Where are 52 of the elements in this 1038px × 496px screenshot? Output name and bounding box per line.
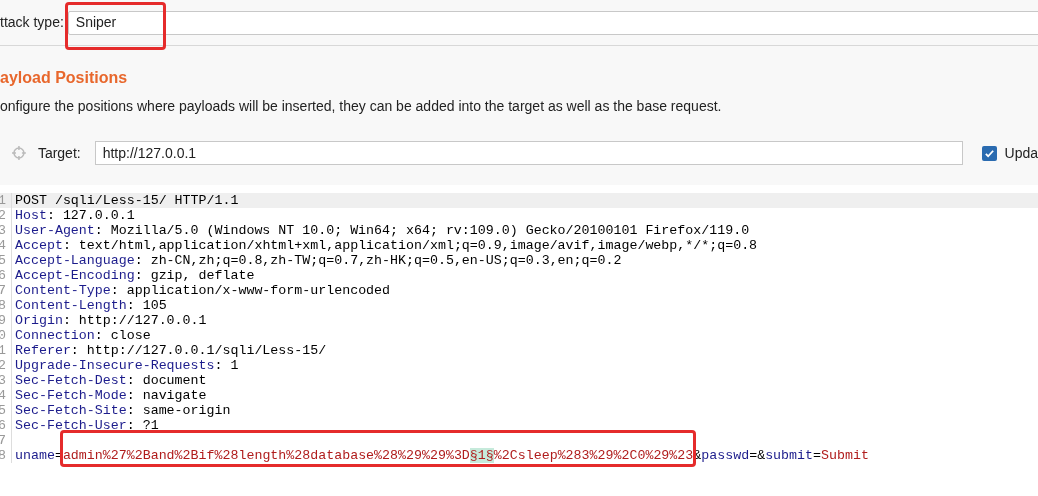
header-name: Referer [15,343,71,358]
code-text: : 127.0.0.1 [46,208,135,223]
code-text: : text/html,application/xhtml+xml,application/xml;q=0.9,image/avif,image/webp,*/*;q=0.8 [62,238,758,253]
header-name: Sec-Fetch-Site [15,403,127,418]
checkbox-label: Upda [1004,143,1038,163]
code-text: : zh-CN,zh;q=0.8,zh-TW;q=0.7,zh-HK;q=0.5,en-US;q=0.3,en;q=0.2 [134,253,622,268]
field-label: ttack type: [0,13,64,32]
param-value: %2Csleep%283%29%2C0%29%23 [493,448,694,463]
code-text: : ?1 [126,418,159,433]
header-name: Upgrade-Insecure-Requests [15,358,215,373]
header-name: User-Agent [15,223,95,238]
update-checkbox[interactable] [981,145,997,161]
header-name: Sec-Fetch-Dest [15,373,127,388]
code-text: : http://127.0.0.1/sqli/Less-15/ [70,343,327,358]
code-text: = [813,448,821,463]
attack-type-field[interactable]: Sniper [67,10,1038,35]
code-text: : Mozilla/5.0 (Windows NT 10.0; Win64; x64; rv:109.0) Gecko/20100101 Firefox/119.0 [94,223,750,238]
code-text: : document [126,373,207,388]
header-name: Accept [15,238,63,253]
header-name: Origin [15,313,63,328]
header-name: Accept-Language [15,253,135,268]
code-text: : application/x-www-form-urlencoded [110,283,391,298]
header-name: Content-Type [15,283,111,298]
crosshair-icon [12,146,26,160]
code-text: POST /sqli/Less-15/ HTTP/1.1 [15,193,239,208]
code-text: : close [94,328,151,343]
header-name: Accept-Encoding [15,268,135,283]
param-name: uname [15,448,55,463]
header-name: Sec-Fetch-User [15,418,127,433]
section-description: onfigure the positions where payloads will be inserted, they can be added into the target as well as the base request. [0,97,723,115]
target-field[interactable]: http://127.0.0.1 [94,141,963,165]
code-text: =& [749,448,766,463]
line-number: 7 [0,283,12,298]
section-title: ayload Positions [0,68,129,88]
param-value: Submit [821,448,869,463]
code-text: : 105 [126,298,167,313]
code-text: : gzip, deflate [134,268,255,283]
code-text: : http://127.0.0.1 [62,313,207,328]
code-text: : 1 [214,358,239,373]
header-name: Connection [15,328,95,343]
param-value: admin%27%2Band%2Bif%28length%28database%28%29%29%3D [62,448,470,463]
header-name: Content-Length [15,298,127,313]
check-icon [983,147,995,159]
code-text: : navigate [126,388,207,403]
payload-marker: §1§ [469,448,494,463]
line-number: 7 [0,433,12,448]
param-name: passwd [701,448,750,463]
target-label: Target: [37,143,81,163]
param-name: submit [765,448,814,463]
header-name: Host [15,208,47,223]
header-name: Sec-Fetch-Mode [15,388,127,403]
code-text: : same-origin [126,403,231,418]
